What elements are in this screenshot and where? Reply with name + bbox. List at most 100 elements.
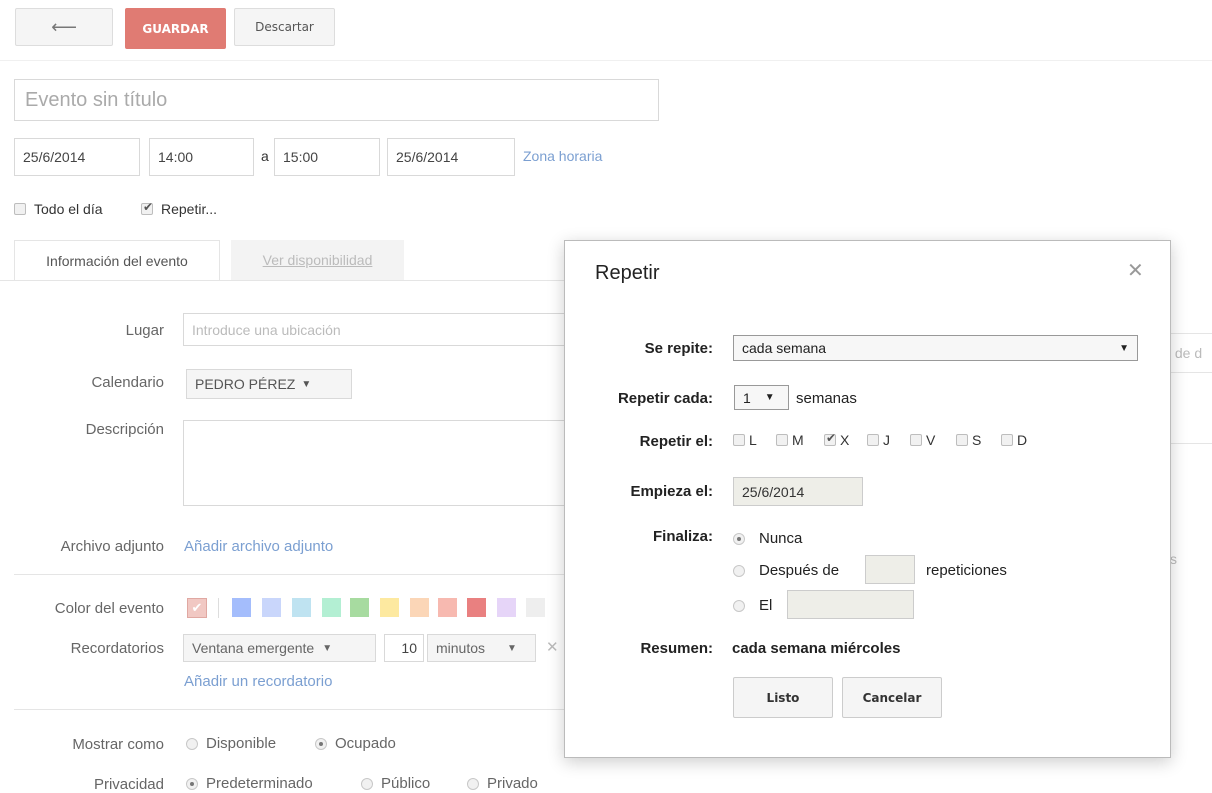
day-checkbox-j[interactable]: J — [867, 432, 890, 448]
reminder-unit-select[interactable]: minutos ▼ — [427, 634, 536, 662]
arrow-left-icon: ⟵ — [51, 16, 77, 38]
repeat-every-unit: semanas — [796, 390, 857, 407]
remove-reminder-icon[interactable]: ✕ — [546, 638, 559, 656]
privacy-label: Privacidad — [93, 776, 164, 793]
discard-button[interactable]: Descartar — [234, 8, 335, 46]
checkbox-icon — [733, 434, 745, 446]
tab-event-info[interactable]: Información del evento — [14, 240, 220, 280]
checkbox-icon — [14, 203, 26, 215]
repeat-checkbox[interactable]: Repetir... — [141, 200, 217, 217]
show-busy-radio[interactable]: Ocupado — [315, 735, 396, 752]
ends-never-radio[interactable]: Nunca — [733, 530, 802, 547]
repeats-label: Se repite: — [644, 340, 713, 357]
reminder-value-input[interactable]: 10 — [384, 634, 424, 662]
color-swatch[interactable] — [322, 598, 341, 617]
day-checkbox-v[interactable]: V — [910, 432, 935, 448]
repeat-every-label: Repetir cada: — [617, 390, 713, 407]
privacy-private-radio[interactable]: Privado — [467, 775, 538, 792]
radio-icon — [361, 777, 373, 790]
calendar-select[interactable]: PEDRO PÉREZ ▼ — [186, 369, 352, 399]
check-icon: ✔ — [191, 600, 203, 615]
color-selected-swatch[interactable]: ✔ — [187, 598, 207, 618]
calendar-label: Calendario — [91, 374, 164, 391]
privacy-default-radio[interactable]: Predeterminado — [186, 775, 313, 792]
show-as-label: Mostrar como — [72, 736, 164, 753]
color-swatch[interactable] — [526, 598, 545, 617]
day-checkbox-s[interactable]: S — [956, 432, 981, 448]
radio-selected-icon — [733, 532, 745, 545]
dialog-title: Repetir — [595, 262, 660, 284]
end-time-input[interactable]: 15:00 — [274, 138, 380, 176]
ends-after-unit: repeticiones — [926, 562, 1007, 579]
add-attachment-link[interactable]: Añadir archivo adjunto — [184, 538, 333, 555]
day-checkbox-d[interactable]: D — [1001, 432, 1027, 448]
summary-label: Resumen: — [640, 640, 713, 657]
start-date-input[interactable]: 25/6/2014 — [14, 138, 140, 176]
add-reminder-link[interactable]: Añadir un recordatorio — [184, 673, 332, 690]
description-label: Descripción — [85, 421, 164, 438]
attachment-label: Archivo adjunto — [60, 538, 164, 555]
done-button[interactable]: Listo — [733, 677, 833, 718]
save-button[interactable]: GUARDAR — [125, 8, 226, 49]
tabs-divider — [0, 280, 564, 281]
repeat-on-label: Repetir el: — [639, 433, 713, 450]
close-icon[interactable]: ✕ — [1127, 258, 1144, 283]
color-swatch[interactable] — [497, 598, 516, 617]
ends-after-radio[interactable]: Después de — [733, 562, 839, 579]
back-button[interactable]: ⟵ — [15, 8, 113, 46]
color-swatch[interactable] — [380, 598, 399, 617]
radio-selected-icon — [315, 737, 327, 750]
color-swatch[interactable] — [438, 598, 457, 617]
summary-value: cada semana miércoles — [732, 640, 901, 657]
color-swatch[interactable] — [292, 598, 311, 617]
day-checkbox-l[interactable]: L — [733, 432, 757, 448]
show-available-radio[interactable]: Disponible — [186, 735, 276, 752]
day-checkbox-x[interactable]: X — [824, 431, 849, 448]
checkbox-checked-icon — [824, 431, 836, 446]
to-label: a — [261, 148, 269, 164]
dropdown-arrow-icon: ▼ — [1119, 342, 1129, 354]
reminder-type-select[interactable]: Ventana emergente ▼ — [183, 634, 376, 662]
radio-icon — [186, 737, 198, 750]
all-day-checkbox[interactable]: Todo el día — [14, 201, 103, 217]
checkbox-icon — [1001, 434, 1013, 446]
checkbox-icon — [776, 434, 788, 446]
color-swatch[interactable] — [410, 598, 429, 617]
description-textarea[interactable] — [183, 420, 565, 506]
ends-after-count-input[interactable] — [865, 555, 915, 584]
privacy-public-radio[interactable]: Público — [361, 775, 430, 792]
ends-on-radio[interactable]: El — [733, 597, 772, 614]
event-color-label: Color del evento — [54, 600, 164, 617]
location-label: Lugar — [125, 322, 164, 339]
color-swatch[interactable] — [467, 598, 486, 617]
radio-selected-icon — [186, 777, 198, 790]
dropdown-arrow-icon: ▼ — [764, 392, 775, 403]
event-title-input[interactable]: Evento sin título — [14, 79, 659, 121]
tab-availability[interactable]: Ver disponibilidad — [231, 240, 404, 280]
background-text-fragment-s: s — [1170, 551, 1177, 567]
repeat-every-select[interactable]: 1 ▼ — [734, 385, 789, 410]
location-input[interactable]: Introduce una ubicación — [183, 313, 565, 346]
checkbox-checked-icon — [141, 200, 153, 215]
cancel-button[interactable]: Cancelar — [842, 677, 942, 718]
repeats-select[interactable]: cada semana ▼ — [733, 335, 1138, 361]
checkbox-icon — [910, 434, 922, 446]
color-swatch[interactable] — [350, 598, 369, 617]
radio-icon — [467, 777, 479, 790]
day-checkbox-m[interactable]: M — [776, 432, 804, 448]
background-divider-fragment — [1171, 443, 1212, 444]
color-swatch[interactable] — [232, 598, 251, 617]
checkbox-icon — [956, 434, 968, 446]
start-time-input[interactable]: 14:00 — [149, 138, 254, 176]
ends-on-date-input[interactable] — [787, 590, 914, 619]
dropdown-arrow-icon: ▼ — [507, 642, 517, 654]
starts-on-input[interactable]: 25/6/2014 — [733, 477, 863, 506]
timezone-link[interactable]: Zona horaria — [523, 148, 602, 164]
color-swatch[interactable] — [262, 598, 281, 617]
ends-label: Finaliza: — [652, 528, 713, 545]
radio-icon — [733, 564, 745, 577]
color-separator — [218, 598, 219, 618]
end-date-input[interactable]: 25/6/2014 — [387, 138, 515, 176]
section-divider-1 — [14, 574, 564, 575]
section-divider-2 — [14, 709, 564, 710]
